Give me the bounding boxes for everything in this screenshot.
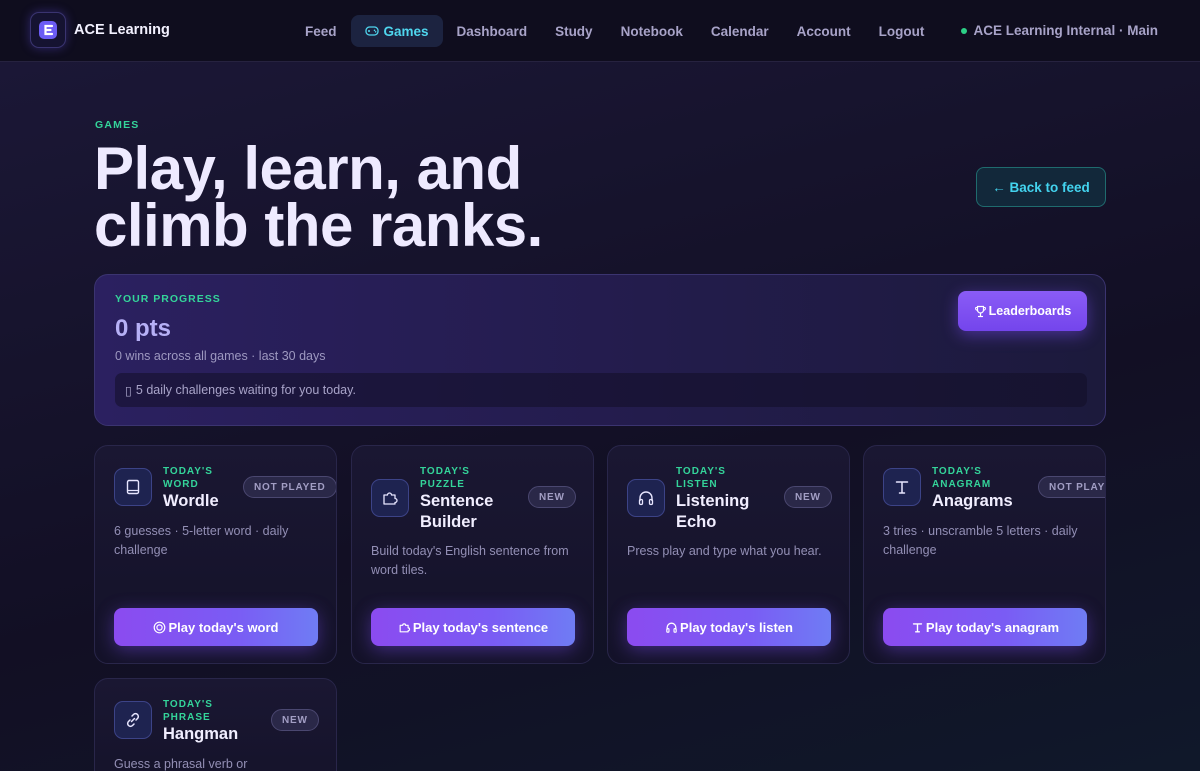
nav-feed[interactable]: Feed xyxy=(291,15,351,47)
puzzle-icon xyxy=(398,621,411,634)
game-card-listening-echo: Today's Listen Listening Echo NEW Press … xyxy=(607,445,850,664)
play-button-label: Play today's sentence xyxy=(412,619,549,635)
progress-label: YOUR PROGRESS xyxy=(115,293,221,305)
game-description: Build today's English sentence from word… xyxy=(371,544,569,577)
progress-panel: YOUR PROGRESS 0 pts 0 wins across all ga… xyxy=(94,274,1106,426)
puzzle-icon xyxy=(371,479,409,517)
wins-summary: 0 wins across all games · last 30 days xyxy=(115,349,326,363)
game-tag: Today's Listen xyxy=(676,466,726,490)
points-value: 0 pts xyxy=(115,315,172,342)
game-description: 6 guesses · 5-letter word · daily challe… xyxy=(114,524,289,557)
status-badge: NOT PLAYED xyxy=(243,476,336,498)
leaderboards-button[interactable]: Leaderboards xyxy=(958,291,1087,331)
play-button-label: Play today's word xyxy=(168,619,279,635)
play-button-label: Play today's listen xyxy=(680,619,793,635)
game-name: Hangman xyxy=(163,725,239,743)
game-name: Sentence Builder xyxy=(420,492,494,531)
status-badge: NEW xyxy=(271,709,319,731)
nav-games[interactable]: Games xyxy=(350,15,443,47)
type-icon xyxy=(911,621,924,634)
headphones-icon xyxy=(627,479,665,517)
status-badge: NEW xyxy=(784,486,832,508)
game-name: Anagrams xyxy=(932,492,1013,510)
play-wordle-button[interactable]: Play today's word xyxy=(114,608,318,646)
ace-logo-icon xyxy=(30,12,66,48)
notice-text: 5 daily challenges waiting for you today… xyxy=(135,383,356,397)
workspace-label: ACE Learning Internal · Main xyxy=(973,23,1158,38)
game-name: Listening Echo xyxy=(676,492,750,531)
notice-glyph: ▯ xyxy=(125,383,132,398)
play-listening-echo-button[interactable]: Play today's listen xyxy=(627,608,831,646)
status-dot-icon xyxy=(961,27,968,34)
workspace-indicator[interactable]: ACE Learning Internal · Main xyxy=(961,23,1158,38)
brand-name: ACE Learning xyxy=(74,22,170,38)
nav-notebook-label: Notebook xyxy=(620,23,683,39)
page-title: Play, learn, and climb the ranks. xyxy=(94,139,714,256)
nav-study-label: Study xyxy=(555,23,593,39)
top-nav-bar: ACE Learning Feed Games Dashboard Study … xyxy=(0,0,1200,62)
type-icon xyxy=(883,468,921,506)
nav-account-label: Account xyxy=(796,23,851,39)
status-badge: NEW xyxy=(528,486,576,508)
leaderboards-label: Leaderboards xyxy=(988,304,1072,318)
play-sentence-builder-button[interactable]: Play today's sentence xyxy=(371,608,575,646)
link-icon xyxy=(114,701,152,739)
target-icon xyxy=(153,621,166,634)
nav-games-label: Games xyxy=(383,23,429,39)
page-eyebrow: GAMES xyxy=(95,119,140,131)
nav-feed-label: Feed xyxy=(305,23,337,39)
daily-challenges-notice: ▯ 5 daily challenges waiting for you tod… xyxy=(115,373,1087,407)
game-tag: Today's Puzzle xyxy=(420,466,470,490)
game-tag: Today's Word xyxy=(163,466,213,490)
status-badge: NOT PLAYED xyxy=(1038,476,1105,498)
nav-dashboard-label: Dashboard xyxy=(456,23,528,39)
game-description: 3 tries · unscramble 5 letters · daily c… xyxy=(883,524,1078,557)
game-card-sentence-builder: Today's Puzzle Sentence Builder NEW Buil… xyxy=(351,445,594,664)
game-card-anagrams: Today's Anagram Anagrams NOT PLAYED 3 tr… xyxy=(863,445,1106,664)
nav-account[interactable]: Account xyxy=(783,15,865,47)
game-card-hangman: Today's Phrase Hangman NEW Guess a phras… xyxy=(94,678,337,771)
nav-calendar[interactable]: Calendar xyxy=(697,15,783,47)
page-title-line-2: climb the ranks. xyxy=(94,192,543,259)
nav-logout-label: Logout xyxy=(878,23,925,39)
nav-calendar-label: Calendar xyxy=(710,23,769,39)
game-description: Press play and type what you hear. xyxy=(627,544,822,558)
game-tag: Today's Anagram xyxy=(932,466,992,490)
back-to-feed-button[interactable]: ← Back to feed xyxy=(976,167,1106,207)
game-tag: Today's Phrase xyxy=(163,699,213,723)
play-anagrams-button[interactable]: Play today's anagram xyxy=(883,608,1087,646)
nav-dashboard[interactable]: Dashboard xyxy=(443,15,542,47)
trophy-icon xyxy=(974,305,987,318)
main-nav: Feed Games Dashboard Study Notebook Cale… xyxy=(291,15,938,47)
nav-study[interactable]: Study xyxy=(541,15,607,47)
play-button-label: Play today's anagram xyxy=(925,619,1060,635)
book-icon xyxy=(114,468,152,506)
gamepad-icon xyxy=(364,25,379,37)
game-card-wordle: Today's Word Wordle NOT PLAYED 6 guesses… xyxy=(94,445,337,664)
brand[interactable]: ACE Learning xyxy=(30,12,170,48)
game-description: Guess a phrasal verb or xyxy=(114,757,248,771)
nav-logout[interactable]: Logout xyxy=(865,15,939,47)
headphones-icon xyxy=(665,621,678,634)
nav-notebook[interactable]: Notebook xyxy=(607,15,697,47)
